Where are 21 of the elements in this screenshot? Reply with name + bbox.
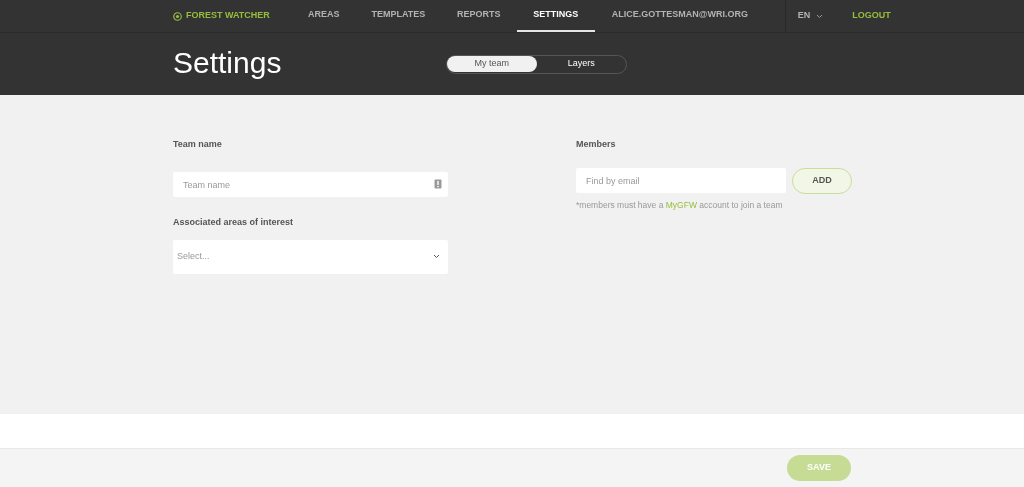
chevron-down-icon [816,13,824,19]
brand-name[interactable]: FOREST WATCHER [186,9,270,23]
nav-link[interactable]: TEMPLATES [355,0,441,32]
field-label: Members [576,138,617,151]
chevron-down-icon [433,254,440,259]
logout-link[interactable]: LOGOUT [852,9,891,23]
page-title: Settings [173,47,283,81]
areas-select[interactable]: Select... [173,239,448,274]
input-field[interactable]: Team name [173,172,448,197]
field-label: Team name [173,138,223,151]
help-text: *members must have a MyGFW account to join a team [576,198,784,212]
tab[interactable]: Layers [536,55,626,72]
email-field[interactable]: Find by email [576,168,786,193]
logo-icon [173,11,182,21]
nav-link[interactable]: AREAS [291,0,356,32]
add-button[interactable]: ADD [792,167,852,194]
language-select[interactable]: EN [797,9,824,23]
nav-link[interactable]: ALICE.GOTTESMAN@WRI.ORG [594,0,765,32]
nav-link[interactable]: REPORTS [440,0,517,32]
tab[interactable]: My team [447,55,537,72]
field-label: Associated areas of interest [173,216,295,229]
